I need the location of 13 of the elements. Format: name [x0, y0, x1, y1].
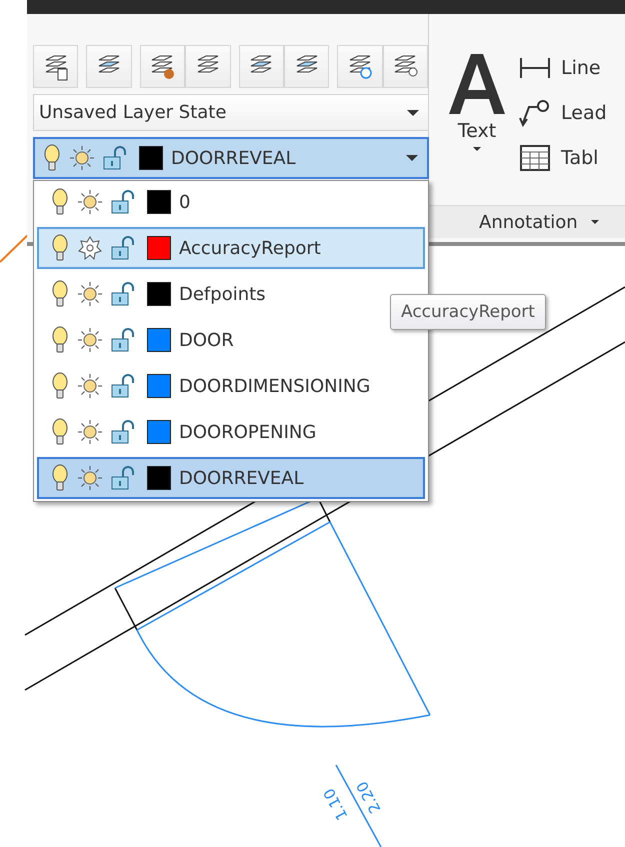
layer-name: 0 [179, 192, 190, 212]
layer-name: DOOROPENING [179, 422, 316, 442]
layer-name: DOORDIMENSIONING [179, 376, 370, 396]
panel-title: Annotation [479, 212, 578, 232]
layer-name: Defpoints [179, 284, 266, 304]
layer-name: DOOR [179, 330, 234, 350]
dimension-text: 2.20 [352, 778, 384, 816]
layer-name: AccuracyReport [179, 238, 321, 258]
layer-state-value: Unsaved Layer State [39, 102, 226, 123]
tooltip: AccuracyReport [390, 294, 546, 330]
dimension-text: 1.10 [320, 785, 352, 824]
layer-name: DOORREVEAL [179, 468, 304, 488]
current-layer-name: DOORREVEAL [171, 148, 297, 168]
